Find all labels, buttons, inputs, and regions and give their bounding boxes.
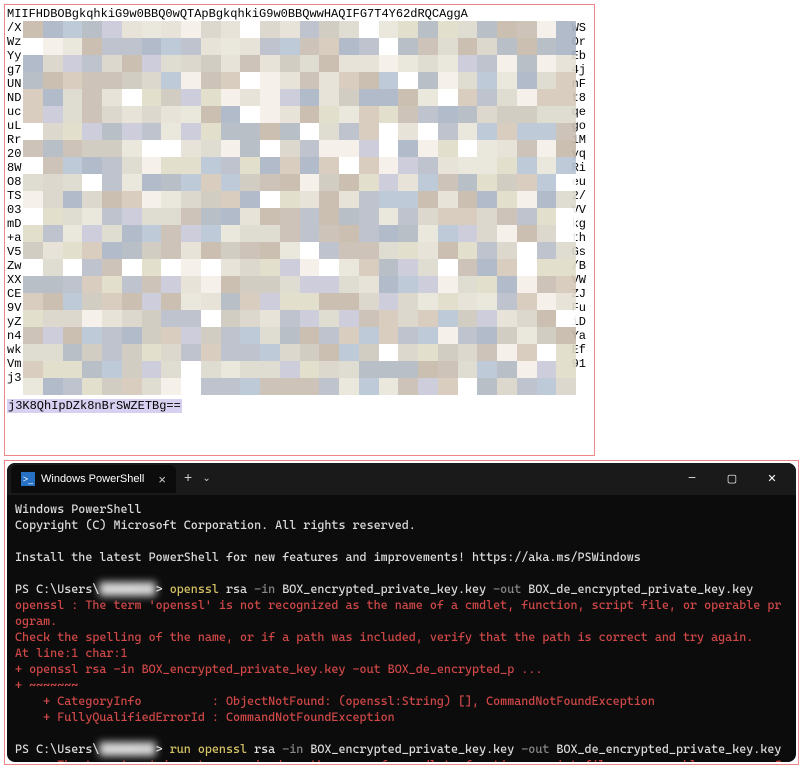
cmd1-infile: BOX_encrypted_private_key.key [282, 582, 493, 596]
cert-left-edges: /X Wz Yy g7 UN ND uc uL Rr 20 8W O8 TS 0… [7, 21, 21, 385]
ps-install-msg: Install the latest PowerShell for new fe… [15, 550, 641, 564]
prompt-2-prefix: PS C:\Users\ [15, 742, 99, 756]
maximize-button[interactable]: ▢ [712, 463, 752, 495]
prompt-1-prefix: PS C:\Users\ [15, 582, 99, 596]
cmd1-in: -in [254, 582, 282, 596]
cert-last-line: j3K8QhIpDZk8nBrSWZETBg== [7, 399, 182, 413]
cmd1-rsa: rsa [226, 582, 254, 596]
cmd2-rsa: rsa [254, 742, 282, 756]
err1-line4: + openssl rsa -in BOX_encrypted_private_… [15, 662, 542, 676]
cmd1-outfile: BOX_de_encrypted_private_key.key [528, 582, 753, 596]
cmd2-infile: BOX_encrypted_private_key.key [310, 742, 521, 756]
minimize-button[interactable]: ─ [672, 463, 712, 495]
err1-line1: openssl : The term 'openssl' is not reco… [15, 598, 781, 628]
terminal-panel: >_ Windows PowerShell × + ⌄ ─ ▢ ✕ Window… [4, 460, 799, 765]
cmd2-out: -out [521, 742, 556, 756]
err1-line3: At line:1 char:1 [15, 646, 128, 660]
close-icon[interactable]: × [158, 472, 166, 487]
redacted-user-1: ████████ [99, 582, 155, 596]
new-tab-button[interactable]: + [184, 471, 192, 487]
cmd2-run: run openssl [170, 742, 254, 756]
powershell-icon: >_ [21, 472, 35, 486]
err1-cat: + CategoryInfo : ObjectNotFound: (openss… [15, 694, 655, 708]
tab-powershell[interactable]: >_ Windows PowerShell × [11, 465, 176, 493]
window-controls: ─ ▢ ✕ [672, 463, 792, 495]
prompt-2-suffix: > [156, 742, 170, 756]
cmd2-in: -in [282, 742, 310, 756]
pixelated-redaction [23, 21, 576, 395]
terminal-output[interactable]: Windows PowerShell Copyright (C) Microso… [7, 495, 796, 762]
err1-fq: + FullyQualifiedErrorId : CommandNotFoun… [15, 710, 395, 724]
ps-header-2: Copyright (C) Microsoft Corporation. All… [15, 518, 416, 532]
cert-line-1: MIIFHDBOBgkqhkiG9w0BBQ0wQTApBgkqhkiG9w0B… [7, 7, 468, 21]
certificate-text-panel: MIIFHDBOBgkqhkiG9w0BBQ0wQTApBgkqhkiG9w0B… [4, 4, 595, 456]
terminal-window: >_ Windows PowerShell × + ⌄ ─ ▢ ✕ Window… [7, 463, 796, 762]
prompt-1-suffix: > [156, 582, 170, 596]
err2-line1: run : The term 'run' is not recognized a… [15, 758, 781, 762]
tab-dropdown-button[interactable]: ⌄ [202, 473, 210, 485]
cmd1-openssl: openssl [170, 582, 226, 596]
redacted-user-2: ████████ [99, 742, 155, 756]
err1-line5: + ~~~~~~~ [15, 678, 78, 692]
close-window-button[interactable]: ✕ [752, 463, 792, 495]
tab-title: Windows PowerShell [41, 473, 144, 485]
cmd1-out: -out [493, 582, 528, 596]
terminal-tab-bar: >_ Windows PowerShell × + ⌄ ─ ▢ ✕ [7, 463, 796, 495]
ps-header-1: Windows PowerShell [15, 502, 142, 516]
err1-line2: Check the spelling of the name, or if a … [15, 630, 753, 644]
cmd2-outfile: BOX_de_encrypted_private_key.key [556, 742, 781, 756]
